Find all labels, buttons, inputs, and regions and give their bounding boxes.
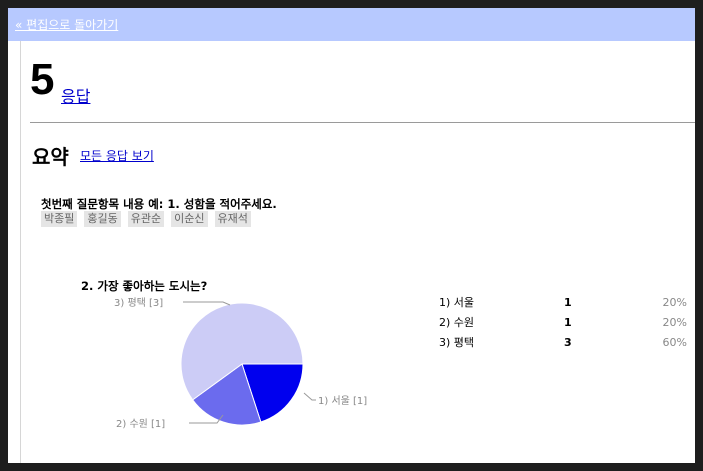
pie-label-seoul: 1) 서울 [1] (318, 395, 367, 407)
callout-line-seoul (303, 392, 316, 401)
result-label: 3) 평택 (439, 336, 475, 349)
callout-line-pyeongtaek (183, 301, 231, 306)
pie-slices (180, 302, 304, 426)
result-count: 3 (564, 335, 572, 349)
result-count: 1 (564, 295, 572, 309)
result-row: 1) 서울 1 20% (439, 292, 687, 312)
question-2-results-table: 1) 서울 1 20% 2) 수원 1 20% 3) 평택 3 60% (439, 292, 687, 352)
result-row: 2) 수원 1 20% (439, 312, 687, 332)
result-percent: 60% (662, 335, 687, 349)
result-label: 2) 수원 (439, 316, 475, 329)
result-label: 1) 서울 (439, 296, 475, 309)
result-count: 1 (564, 315, 572, 329)
pie-label-pyeongtaek: 3) 평택 [3] (114, 297, 163, 309)
response-summary-page: « 편집으로 돌아가기 5 응답 요약 모든 응답 보기 첫번째 질문항목 내용… (8, 8, 695, 463)
result-percent: 20% (662, 315, 687, 329)
result-row: 3) 평택 3 60% (439, 332, 687, 352)
pie-label-suwon: 2) 수원 [1] (116, 418, 165, 430)
pie-chart: 1) 서울 [1] 2) 수원 [1] 3) 평택 [3] (114, 297, 367, 430)
result-percent: 20% (662, 295, 687, 309)
